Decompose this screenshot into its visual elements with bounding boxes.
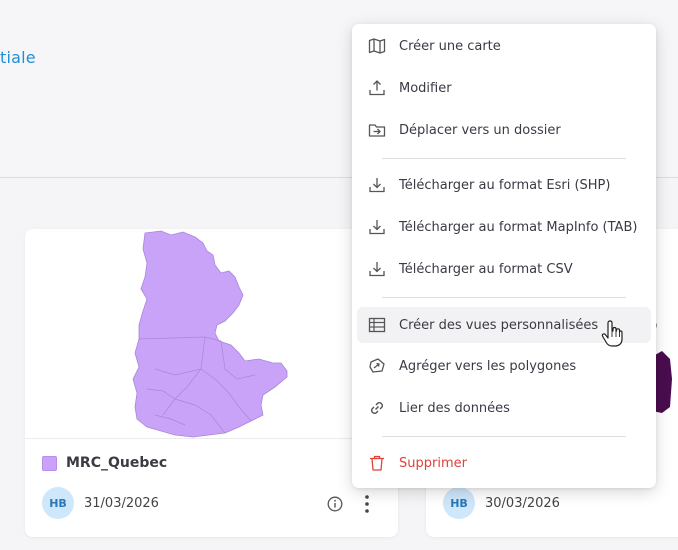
map-thumbnail[interactable]	[25, 229, 398, 439]
quebec-map-shape	[132, 230, 288, 438]
avatar: HB	[443, 487, 475, 519]
download-icon	[369, 220, 385, 235]
menu-item-download-tab[interactable]: Télécharger au format MapInfo (TAB)	[357, 209, 651, 245]
layer-color-swatch	[42, 455, 57, 471]
menu-divider	[382, 158, 626, 159]
layer-context-menu: Créer une carte Modifier Déplacer vers u…	[352, 24, 656, 488]
table-icon	[368, 317, 386, 333]
upload-icon	[369, 80, 385, 96]
trash-icon	[370, 455, 384, 471]
info-icon[interactable]	[327, 496, 343, 512]
layer-meta-row: HB 31/03/2026	[42, 487, 159, 519]
menu-item-download-csv[interactable]: Télécharger au format CSV	[357, 251, 651, 287]
map-icon	[368, 38, 386, 54]
more-options-icon[interactable]	[359, 493, 375, 515]
menu-item-move-to-folder[interactable]: Déplacer vers un dossier	[357, 112, 651, 148]
layer-date-second: 30/03/2026	[485, 495, 560, 511]
download-icon	[369, 262, 385, 277]
hand-cursor-icon	[601, 320, 623, 347]
menu-item-download-shp[interactable]: Télécharger au format Esri (SHP)	[357, 167, 651, 203]
menu-divider	[382, 436, 626, 437]
link-icon	[371, 402, 383, 414]
layer-title-row: MRC_Quebec	[42, 455, 167, 471]
layer-name: MRC_Quebec	[66, 455, 168, 471]
folder-move-icon	[368, 124, 386, 137]
download-icon	[369, 178, 385, 193]
aggregate-icon	[369, 358, 385, 373]
menu-item-aggregate-polygons[interactable]: Agréger vers les polygones	[357, 348, 651, 384]
menu-item-create-map[interactable]: Créer une carte	[357, 28, 651, 64]
layer-date: 31/03/2026	[84, 495, 159, 511]
avatar: HB	[42, 487, 74, 519]
menu-item-edit[interactable]: Modifier	[357, 70, 651, 106]
layer-meta-row-second: HB 30/03/2026	[443, 487, 560, 519]
menu-divider	[382, 297, 626, 298]
menu-item-link-data[interactable]: Lier des données	[357, 390, 651, 426]
menu-item-delete[interactable]: Supprimer	[357, 445, 651, 481]
layer-card[interactable]: MRC_Quebec HB 31/03/2026	[25, 229, 398, 537]
page-title: tiale	[0, 48, 36, 67]
